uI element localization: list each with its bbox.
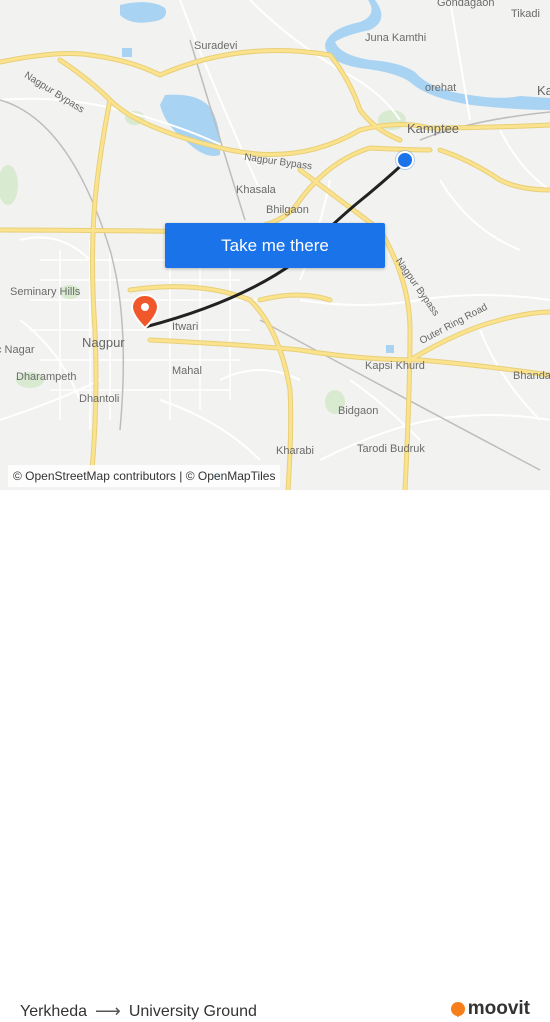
destination-name: University Ground [128, 1002, 257, 1020]
place-label-bhilgaon: Bhilgaon [266, 204, 309, 216]
city-grid [30, 240, 260, 430]
attribution-text: © OpenStreetMap contributors | © OpenMap… [13, 469, 276, 483]
place-label-kharabi: Kharabi [276, 445, 314, 457]
place-label-bhanda: Bhanda [513, 370, 550, 382]
major-roads [0, 49, 550, 490]
place-label-juna-kamthi: Juna Kamthi [365, 32, 427, 44]
place-label-khasala: Khasala [236, 184, 276, 196]
place-label-nagpur: Nagpur [82, 335, 125, 350]
map-attribution: © OpenStreetMap contributors | © OpenMap… [8, 465, 281, 487]
moovit-pin-icon [450, 1002, 465, 1016]
take-me-there-button[interactable]: Take me there [165, 223, 385, 268]
place-label-gondagaon: Gondagaon [437, 0, 495, 9]
place-label-ka: Ka [537, 83, 550, 98]
route-summary: Yerkheda ⟶ University Ground [20, 1001, 257, 1022]
moovit-logo[interactable]: moovit [450, 998, 530, 1020]
place-label-suradevi: Suradevi [194, 40, 238, 52]
place-label-seminary-hills: Seminary Hills [10, 286, 81, 298]
place-label-dhantoli: Dhantoli [79, 393, 120, 405]
place-label-itwari: Itwari [172, 321, 199, 333]
place-label-nagar: c Nagar [0, 344, 35, 356]
major-roads-casing [0, 48, 550, 490]
place-label-kapsi-khurd: Kapsi Khurd [365, 360, 425, 372]
footer-bar: Yerkheda ⟶ University Ground moovit [0, 490, 550, 1021]
map-view[interactable]: Gondagaon Tikadi Suradevi Juna Kamthi or… [0, 0, 550, 490]
place-label-bidgaon: Bidgaon [338, 405, 379, 417]
arrow-right-icon: ⟶ [95, 1001, 121, 1021]
place-label-tikadi: Tikadi [511, 8, 540, 20]
place-label-dharampeth: Dharampeth [16, 371, 77, 383]
place-label-orehat: orehat [425, 82, 457, 94]
place-label-mahal: Mahal [172, 365, 202, 377]
place-label-kamptee: Kamptee [407, 121, 460, 136]
place-label-tarodi-budruk: Tarodi Budruk [357, 443, 425, 455]
origin-name: Yerkheda [20, 1002, 88, 1020]
brand-name: moovit [467, 998, 530, 1019]
origin-marker-icon[interactable] [396, 151, 414, 169]
